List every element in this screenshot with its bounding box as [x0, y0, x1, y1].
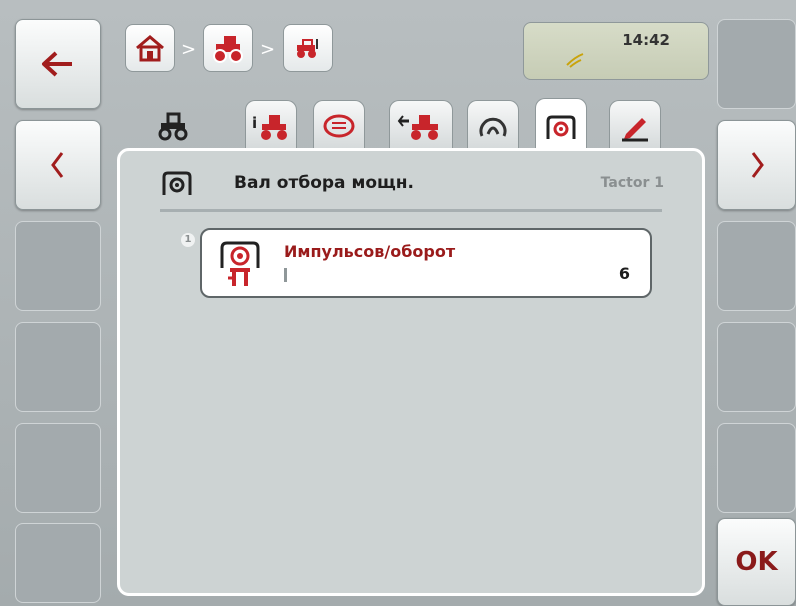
main-panel: Вал отбора мощн. Tactor 1 1 Импульсов/об…: [117, 148, 705, 596]
breadcrumb-separator: >: [181, 39, 197, 60]
tab-tractor[interactable]: [147, 100, 199, 152]
tractor-small-icon: [297, 39, 318, 58]
crumb-tractor[interactable]: [203, 24, 253, 72]
param-value-bar: [284, 268, 287, 282]
chevron-left-icon: [51, 152, 64, 178]
crumb-home[interactable]: [125, 24, 175, 72]
panel-title: Вал отбора мощн.: [234, 173, 415, 193]
tab-speed[interactable]: [467, 100, 519, 152]
chevron-right-icon: [751, 152, 764, 178]
gps-signal-icon: [566, 53, 584, 68]
left-softkey-6[interactable]: [15, 523, 101, 603]
right-softkey-1[interactable]: [717, 19, 796, 109]
home-icon: [136, 35, 164, 62]
right-softkey-5[interactable]: [717, 423, 796, 513]
ok-button[interactable]: OK: [717, 518, 796, 606]
ok-label: OK: [735, 547, 778, 577]
param-row-pulses-per-rev[interactable]: Импульсов/оборот 6: [200, 228, 652, 298]
next-button[interactable]: [717, 120, 796, 210]
pto-sensor-icon: [220, 241, 260, 286]
status-clock: 14:42: [523, 22, 709, 80]
tab-edit[interactable]: [609, 100, 661, 152]
right-softkey-4[interactable]: [717, 322, 796, 412]
speed-gauge-icon: [479, 117, 507, 137]
left-softkey-5[interactable]: [15, 423, 101, 513]
right-softkey-3[interactable]: [717, 221, 796, 311]
left-softkey-4[interactable]: [15, 322, 101, 412]
svg-text:i: i: [252, 114, 257, 132]
previous-button[interactable]: [15, 120, 101, 210]
param-name: Импульсов/оборот: [284, 242, 456, 261]
tractor-connect-icon: [397, 114, 438, 140]
panel-subtitle: Tactor 1: [600, 175, 664, 191]
divider: [160, 209, 662, 212]
message-icon: [323, 114, 355, 137]
pto-icon: [546, 115, 576, 139]
tab-messages[interactable]: [313, 100, 365, 152]
tractor-info-icon: i: [252, 114, 287, 140]
crumb-tractor-small[interactable]: [283, 24, 333, 72]
param-index-badge: 1: [181, 233, 195, 247]
breadcrumb-separator-2: >: [260, 39, 276, 60]
left-softkey-3[interactable]: [15, 221, 101, 311]
back-button[interactable]: [15, 19, 101, 109]
tab-tractor-connect[interactable]: [389, 100, 453, 152]
edit-pen-icon: [622, 117, 648, 141]
param-value: 6: [618, 264, 630, 283]
clock-time: 14:42: [622, 31, 670, 49]
tractor-icon: [213, 36, 243, 63]
back-arrow-icon: [42, 51, 72, 77]
tractor-icon: [158, 112, 188, 141]
pto-icon: [162, 171, 192, 195]
tab-tractor-info[interactable]: i: [245, 100, 297, 152]
